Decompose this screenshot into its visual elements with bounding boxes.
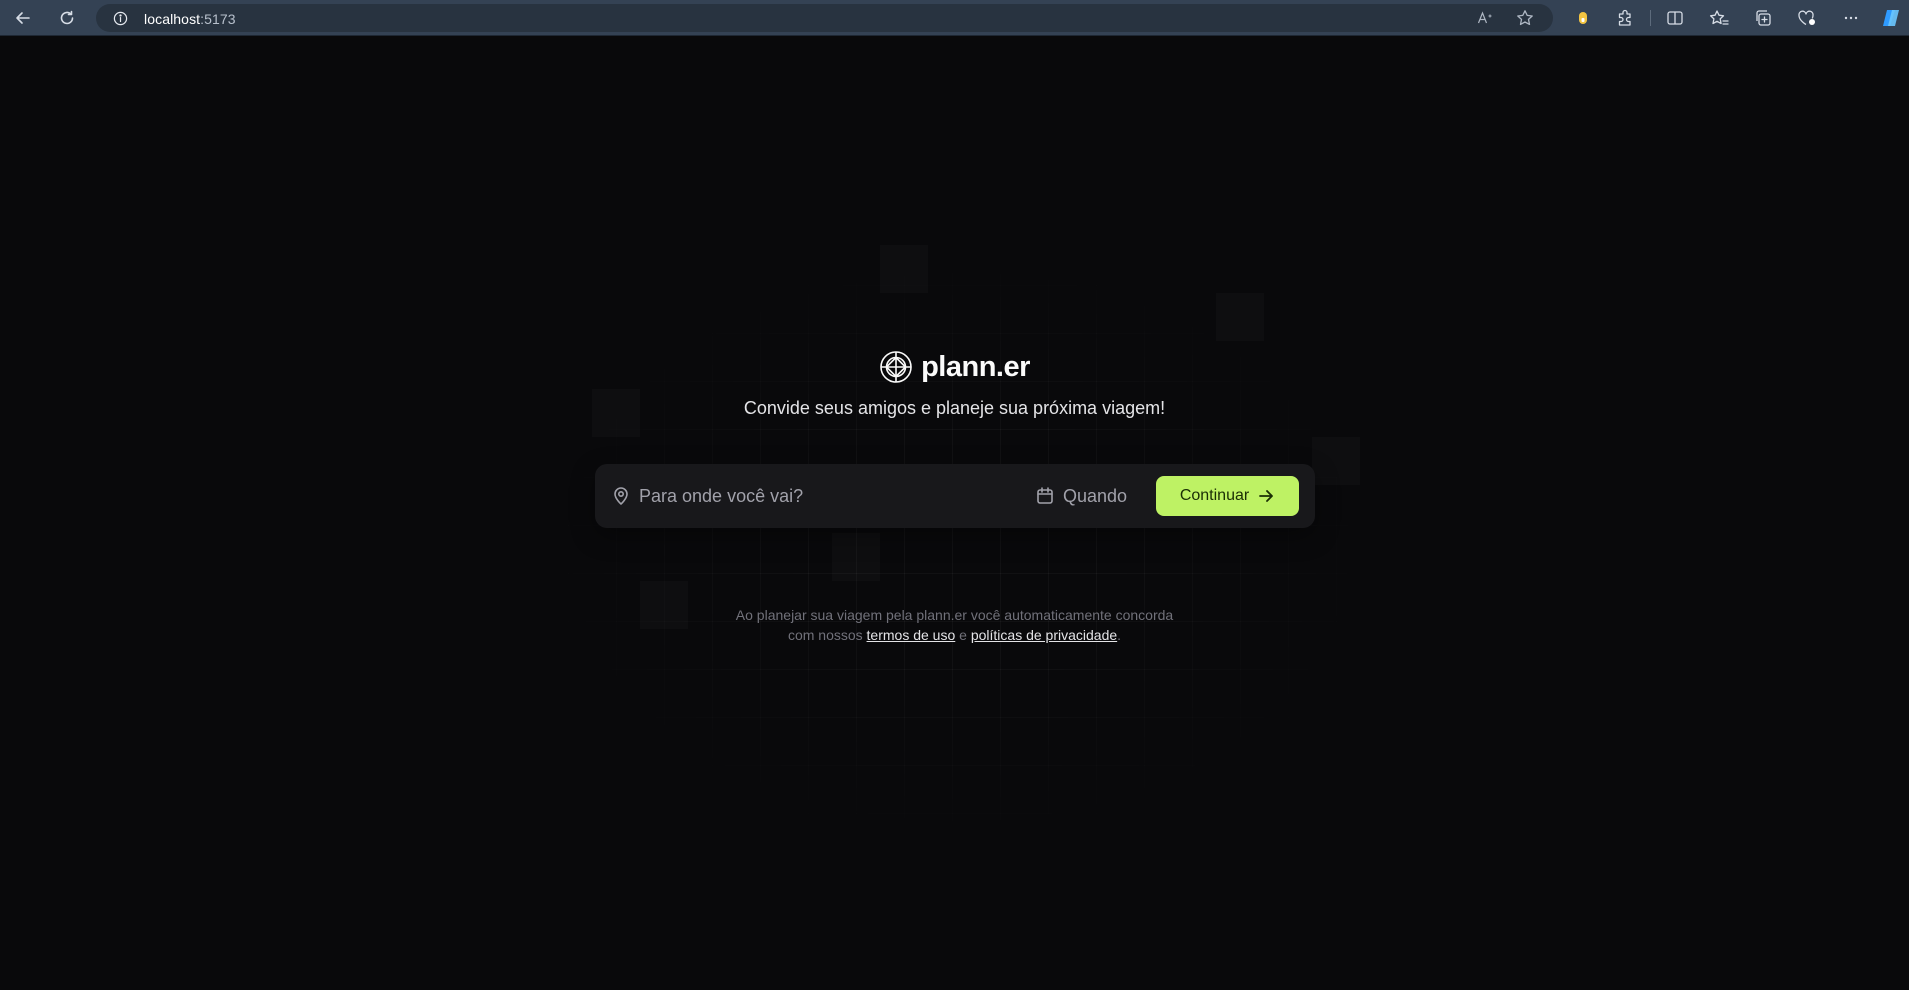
more-icon[interactable] bbox=[1840, 7, 1862, 29]
background-grid bbox=[520, 237, 1400, 857]
trip-search-form: Quando Continuar bbox=[595, 464, 1315, 528]
arrow-right-icon bbox=[1257, 487, 1275, 505]
info-icon[interactable] bbox=[112, 10, 128, 26]
brand-name: plann.er bbox=[921, 350, 1030, 383]
background-grid-cell bbox=[1216, 293, 1264, 341]
star-icon[interactable] bbox=[1515, 9, 1535, 27]
legal-suffix: . bbox=[1117, 627, 1122, 643]
legal-notice: Ao planejar sua viagem pela plann.er voc… bbox=[0, 605, 1909, 645]
date-picker-button[interactable]: Quando bbox=[1035, 480, 1127, 512]
continue-button-label: Continuar bbox=[1179, 487, 1250, 504]
extension-icon[interactable] bbox=[1572, 7, 1594, 29]
background-grid-cell bbox=[880, 245, 928, 293]
toolbar-divider bbox=[1650, 10, 1651, 26]
globe-icon bbox=[879, 350, 913, 384]
heart-icon[interactable] bbox=[1796, 7, 1818, 29]
read-aloud-icon[interactable] bbox=[1476, 9, 1496, 27]
favorites-icon[interactable] bbox=[1708, 7, 1730, 29]
copilot-icon[interactable] bbox=[1880, 7, 1902, 29]
legal-conjunction: e bbox=[959, 627, 967, 643]
browser-toolbar: localhost:5173 bbox=[0, 0, 1909, 36]
puzzle-icon[interactable] bbox=[1614, 7, 1636, 29]
legal-prefix: com nossos bbox=[787, 627, 863, 643]
date-picker-label: Quando bbox=[1063, 485, 1128, 506]
url-text[interactable]: localhost:5173 bbox=[144, 11, 236, 27]
calendar-icon bbox=[1035, 486, 1055, 506]
split-screen-icon[interactable] bbox=[1664, 7, 1686, 29]
collections-icon[interactable] bbox=[1752, 7, 1774, 29]
url-host: localhost bbox=[144, 11, 201, 27]
reload-icon[interactable] bbox=[54, 6, 80, 30]
back-arrow-icon[interactable] bbox=[10, 6, 36, 30]
background-grid-cell bbox=[1312, 437, 1360, 485]
address-bar[interactable]: localhost:5173 bbox=[96, 4, 1553, 32]
terms-link[interactable]: termos de uso bbox=[867, 627, 956, 643]
tagline: Convide seus amigos e planeje sua próxim… bbox=[743, 398, 1166, 418]
map-pin-icon bbox=[611, 486, 631, 506]
destination-input[interactable] bbox=[639, 480, 999, 512]
background-grid-cell bbox=[832, 533, 880, 581]
privacy-link[interactable]: políticas de privacidade bbox=[971, 627, 1117, 643]
url-port: :5173 bbox=[200, 11, 236, 27]
brand-header: plann.er bbox=[0, 348, 1909, 386]
continue-button[interactable]: Continuar bbox=[1156, 476, 1299, 516]
legal-line-1: Ao planejar sua viagem pela plann.er voc… bbox=[735, 607, 1174, 623]
legal-line-2: com nossos termos de uso e políticas de … bbox=[0, 625, 1909, 645]
